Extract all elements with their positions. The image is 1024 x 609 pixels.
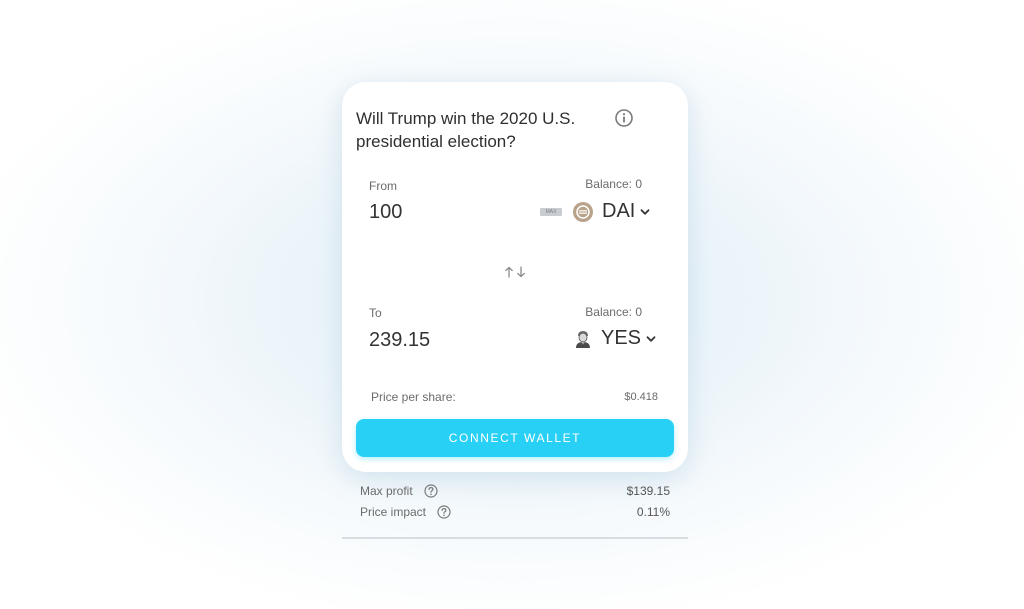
chevron-down-icon [646, 335, 656, 342]
price-impact-value: 0.11% [636, 505, 670, 519]
chevron-down-icon [640, 208, 650, 215]
info-icon[interactable] [614, 108, 634, 128]
swap-arrows-icon[interactable] [503, 265, 529, 279]
max-profit-value: $139.15 [626, 484, 670, 498]
price-impact-row: Price impact 0.11% [360, 505, 670, 523]
max-profit-label: Max profit [360, 484, 413, 498]
dai-coin-icon [573, 201, 593, 222]
to-amount-input[interactable]: 239.15 [369, 329, 430, 352]
trump-portrait-icon [576, 330, 590, 348]
max-button[interactable]: MAX [540, 208, 562, 216]
connect-wallet-button[interactable]: CONNECT WALLET [356, 419, 674, 457]
divider [342, 537, 688, 539]
help-icon[interactable] [424, 484, 438, 498]
from-label: From [369, 179, 397, 193]
trade-card: Will Trump win the 2020 U.S. presidentia… [342, 82, 688, 472]
max-profit-row: Max profit $139.15 [360, 484, 670, 502]
from-amount-input[interactable]: 100 [369, 201, 402, 224]
price-per-share-value: $0.418 [624, 391, 658, 403]
from-token-select[interactable]: DAI [572, 200, 651, 223]
market-question: Will Trump win the 2020 U.S. presidentia… [356, 109, 576, 151]
to-token-select[interactable]: YES [574, 327, 657, 350]
from-balance: Balance: 0 [585, 177, 642, 191]
to-token-label: YES [601, 327, 642, 349]
to-balance: Balance: 0 [585, 305, 642, 319]
to-label: To [369, 306, 382, 320]
help-icon[interactable] [437, 505, 451, 519]
price-impact-label: Price impact [360, 505, 427, 519]
price-per-share-label: Price per share: [371, 390, 456, 404]
from-token-label: DAI [602, 200, 636, 222]
